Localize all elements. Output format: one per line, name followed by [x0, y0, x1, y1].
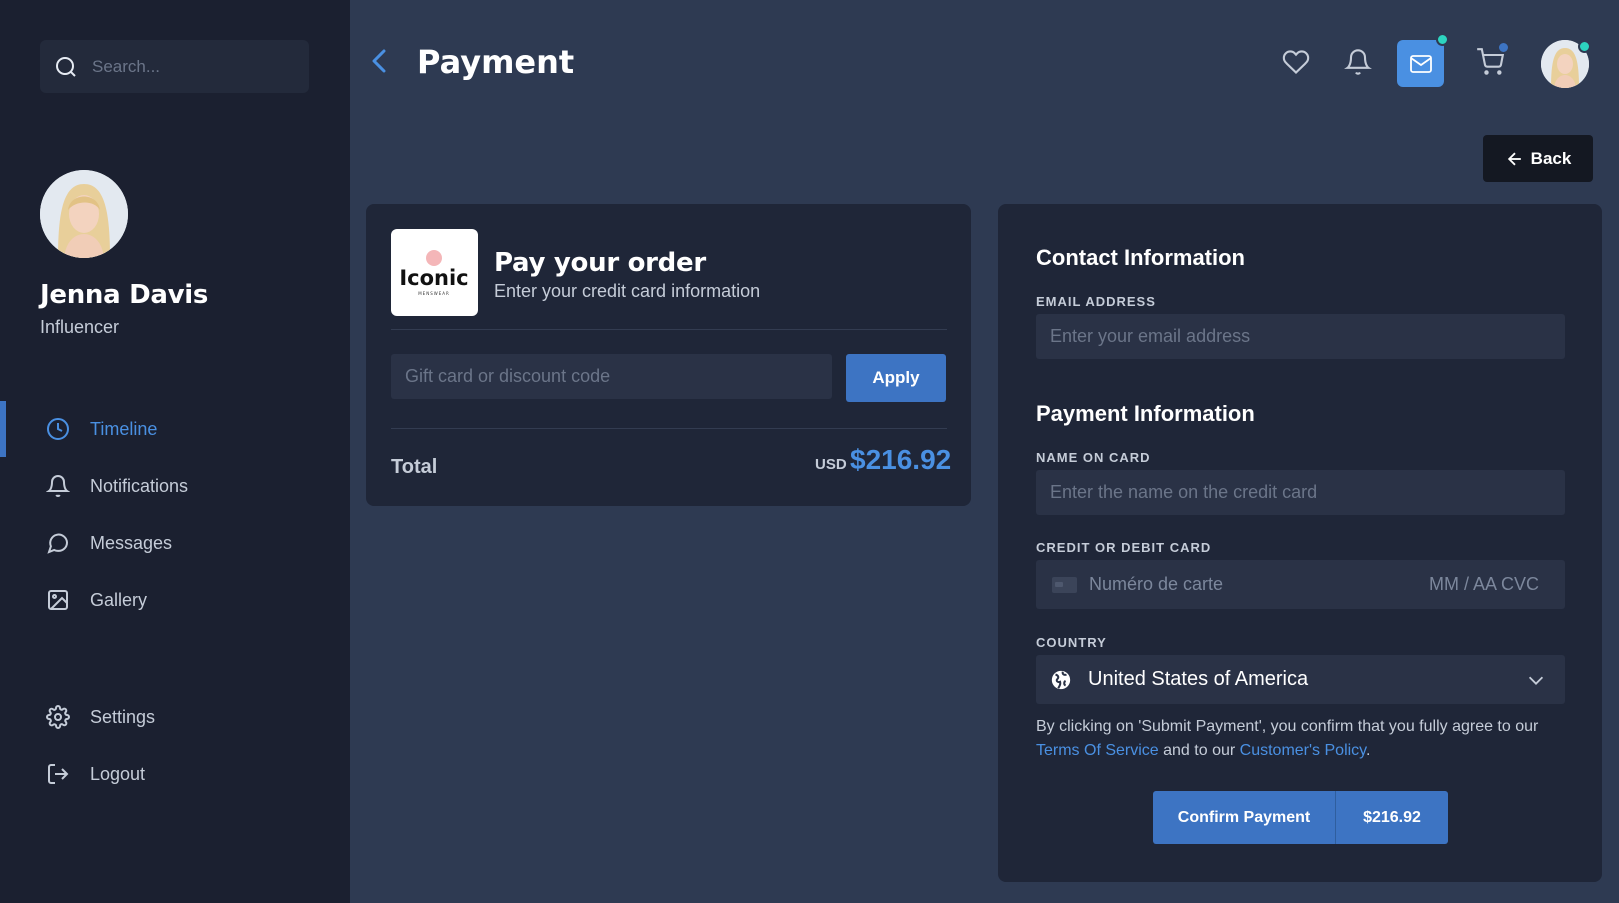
payment-form-panel: Contact Information EMAIL ADDRESS Paymen…: [998, 204, 1602, 882]
chevron-down-icon: [1528, 676, 1544, 685]
email-label: EMAIL ADDRESS: [1036, 294, 1156, 309]
svg-text:Iconic: Iconic: [399, 266, 468, 290]
confirm-payment-amount: $216.92: [1363, 808, 1421, 826]
sidebar-item-logout[interactable]: Logout: [0, 750, 350, 798]
svg-text:MENSWEAR: MENSWEAR: [418, 291, 450, 296]
clock-icon: [47, 418, 69, 440]
sidebar-item-label: Settings: [90, 706, 156, 727]
card-label: CREDIT OR DEBIT CARD: [1036, 540, 1212, 555]
country-value: United States of America: [1088, 668, 1309, 690]
mail-button[interactable]: [1397, 40, 1444, 87]
bell-icon[interactable]: [1344, 48, 1372, 76]
confirm-payment-button[interactable]: Confirm Payment $216.92: [1153, 791, 1448, 844]
chat-icon: [47, 533, 69, 554]
sidebar-item-label: Logout: [90, 763, 146, 784]
back-button-label: Back: [1530, 148, 1572, 168]
country-select[interactable]: United States of America: [1036, 655, 1565, 704]
customer-policy-link[interactable]: Customer's Policy: [1240, 742, 1366, 759]
back-button[interactable]: Back: [1483, 135, 1593, 182]
globe-icon: [1051, 670, 1071, 689]
order-summary-card: Iconic MENSWEAR Pay your order Enter you…: [366, 204, 971, 506]
sidebar-item-label: Messages: [90, 532, 173, 553]
cart-notification-dot: [1497, 41, 1510, 54]
contact-section-title: Contact Information: [1036, 245, 1245, 270]
mail-notification-dot: [1436, 33, 1449, 46]
apply-button[interactable]: Apply: [846, 354, 946, 402]
brand-logo: Iconic MENSWEAR: [391, 229, 478, 316]
divider: [391, 329, 947, 330]
confirm-payment-label: Confirm Payment: [1153, 791, 1336, 844]
card-number-field[interactable]: Numéro de carte MM / AA CVC: [1036, 560, 1565, 609]
image-icon: [48, 590, 68, 610]
sidebar-item-settings[interactable]: Settings: [0, 693, 350, 741]
search-input[interactable]: [92, 56, 292, 77]
terms-of-service-link[interactable]: Terms Of Service: [1036, 742, 1159, 759]
payment-section-title: Payment Information: [1036, 401, 1255, 426]
credit-card-icon: [1052, 576, 1077, 593]
search-icon: [56, 56, 76, 77]
name-on-card-field[interactable]: [1036, 470, 1565, 515]
brand-logo-image: Iconic MENSWEAR: [399, 250, 469, 296]
order-title: Pay your order: [494, 248, 706, 278]
chevron-left-icon[interactable]: [368, 45, 392, 77]
heart-icon[interactable]: [1282, 48, 1310, 76]
page-title: Payment: [417, 43, 575, 81]
mail-icon: [1409, 54, 1432, 73]
terms-text: By clicking on 'Submit Payment', you con…: [1036, 718, 1539, 759]
sidebar-item-label: Gallery: [90, 589, 148, 610]
sidebar-item-label: Notifications: [90, 475, 189, 496]
logout-icon: [48, 764, 69, 784]
discount-code-input[interactable]: [391, 354, 832, 399]
online-status-dot: [1578, 40, 1591, 53]
gear-icon: [46, 705, 70, 729]
avatar-image: [40, 170, 128, 258]
search-box[interactable]: [40, 40, 309, 93]
bell-icon: [46, 475, 70, 497]
order-subtitle: Enter your credit card information: [494, 281, 761, 301]
sidebar: Jenna Davis Influencer Timeline Notifica…: [0, 0, 350, 903]
divider: [391, 428, 947, 429]
card-number-placeholder: Numéro de carte: [1089, 574, 1224, 594]
total-label: Total: [391, 456, 438, 478]
sidebar-item-gallery[interactable]: Gallery: [0, 576, 350, 624]
sidebar-item-timeline[interactable]: Timeline: [0, 401, 350, 457]
country-label: COUNTRY: [1036, 635, 1107, 650]
sidebar-item-notifications[interactable]: Notifications: [0, 462, 350, 510]
card-expiry-cvc-placeholder: MM / AA CVC: [1428, 574, 1539, 594]
sidebar-item-label: Timeline: [90, 418, 158, 439]
email-field[interactable]: [1036, 314, 1565, 359]
name-on-card-label: NAME ON CARD: [1036, 450, 1151, 465]
arrow-left-icon: [1507, 152, 1521, 165]
profile-avatar[interactable]: [40, 170, 128, 258]
profile-role: Influencer: [40, 317, 120, 337]
total-amount: $216.92: [850, 444, 952, 475]
sidebar-item-messages[interactable]: Messages: [0, 519, 350, 567]
total-currency: USD: [815, 456, 847, 473]
profile-name: Jenna Davis: [40, 280, 209, 310]
